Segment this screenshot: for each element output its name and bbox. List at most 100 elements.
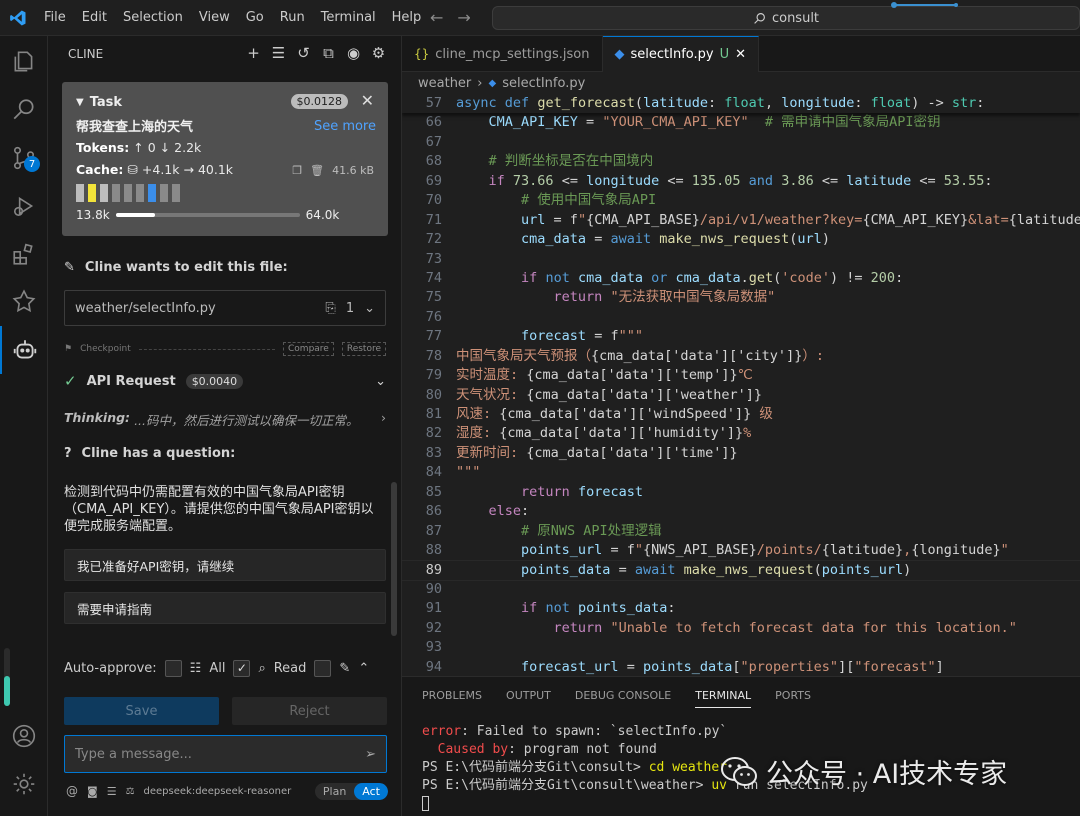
- panel-tab-output[interactable]: OUTPUT: [506, 689, 551, 702]
- see-more-link[interactable]: See more: [314, 119, 376, 134]
- explorer-icon[interactable]: [0, 38, 48, 86]
- close-task-icon[interactable]: ✕: [361, 91, 374, 110]
- mcp-servers-icon[interactable]: ☰: [270, 44, 287, 62]
- code-line[interactable]: 86 else:: [402, 502, 1080, 521]
- code-line[interactable]: 85 return forecast: [402, 483, 1080, 502]
- popout-icon[interactable]: ⧉: [320, 44, 337, 62]
- menu-file[interactable]: File: [36, 10, 74, 25]
- ai-extension-icon[interactable]: [0, 278, 48, 326]
- code-line[interactable]: 67: [402, 133, 1080, 152]
- code-line[interactable]: 84 """: [402, 463, 1080, 482]
- menu-edit[interactable]: Edit: [74, 10, 115, 25]
- panel-tab-problems[interactable]: PROBLEMS: [422, 689, 482, 702]
- trash-icon[interactable]: 🗑: [310, 164, 324, 177]
- chevron-up-icon[interactable]: ⌃: [358, 661, 369, 676]
- line-text: 实时温度: {cma_data['data']['temp']}℃: [456, 367, 753, 384]
- code-line[interactable]: 90: [402, 580, 1080, 599]
- code-line[interactable]: 75 return "无法获取中国气象局数据": [402, 288, 1080, 307]
- sidebar-scrollbar[interactable]: [391, 482, 397, 636]
- send-icon[interactable]: ➢: [365, 747, 376, 762]
- line-number: 90: [425, 580, 442, 597]
- option-button-guide[interactable]: 需要申请指南: [64, 592, 386, 624]
- option-button-ready[interactable]: 我已准备好API密钥，请继续: [64, 549, 386, 581]
- thinking-row[interactable]: Thinking: ...码中，然后进行测试以确保一切正常。 ›: [64, 410, 386, 429]
- code-line[interactable]: 87 # 原NWS API处理逻辑: [402, 522, 1080, 541]
- close-tab-icon[interactable]: ✕: [735, 47, 746, 62]
- menu-run[interactable]: Run: [272, 10, 313, 25]
- act-mode[interactable]: Act: [354, 782, 388, 800]
- tab-cline-mcp-settings[interactable]: {} cline_mcp_settings.json: [402, 36, 603, 72]
- model-selector[interactable]: deepseek:deepseek-reasoner: [144, 786, 292, 797]
- search-view-icon[interactable]: [0, 86, 48, 134]
- code-line[interactable]: 78 中国气象局天气预报（{cma_data['data']['city']}）:: [402, 347, 1080, 366]
- code-line[interactable]: 68 # 判断坐标是否在中国境内: [402, 152, 1080, 171]
- auto-approve-edit-checkbox[interactable]: [314, 659, 332, 677]
- compare-button[interactable]: Compare: [283, 342, 334, 356]
- code-line[interactable]: 82 湿度: {cma_data['data']['humidity']}%: [402, 424, 1080, 443]
- command-center-search[interactable]: consult: [492, 6, 1080, 30]
- code-line[interactable]: 91 if not points_data:: [402, 599, 1080, 618]
- code-line[interactable]: 74 if not cma_data or cma_data.get('code…: [402, 269, 1080, 288]
- code-line[interactable]: 71 url = f"{CMA_API_BASE}/api/v1/weather…: [402, 211, 1080, 230]
- panel-tab-debug-console[interactable]: DEBUG CONSOLE: [575, 689, 671, 702]
- code-line[interactable]: 80 天气状况: {cma_data['data']['weather']}: [402, 386, 1080, 405]
- code-editor[interactable]: 57 async def get_forecast(latitude: float…: [402, 94, 1080, 676]
- api-request-row[interactable]: ✓ API Request $0.0040 ⌄: [64, 372, 386, 390]
- code-line[interactable]: 57 async def get_forecast(latitude: float…: [402, 94, 1080, 114]
- code-line[interactable]: 72 cma_data = await make_nws_request(url…: [402, 230, 1080, 249]
- progress-indicator: [891, 2, 958, 8]
- code-line[interactable]: 69 if 73.66 <= longitude <= 135.05 and 3…: [402, 172, 1080, 191]
- account-icon[interactable]: [0, 712, 48, 760]
- run-debug-icon[interactable]: [0, 182, 48, 230]
- source-control-icon[interactable]: 7: [0, 134, 48, 182]
- edit-file-box[interactable]: weather/selectInfo.py ⎘ 1 ⌄: [64, 290, 386, 326]
- copy-icon[interactable]: ❐: [292, 164, 302, 177]
- code-line[interactable]: 79 实时温度: {cma_data['data']['temp']}℃: [402, 366, 1080, 385]
- cline-icon[interactable]: [0, 326, 48, 374]
- account-circle-icon[interactable]: ◉: [345, 44, 362, 62]
- plan-act-toggle[interactable]: Plan Act: [314, 782, 388, 800]
- extensions-icon[interactable]: [0, 230, 48, 278]
- menu-help[interactable]: Help: [384, 10, 430, 25]
- settings-gear-icon[interactable]: ⚙: [370, 44, 387, 62]
- menu-selection[interactable]: Selection: [115, 10, 191, 25]
- panel-tab-terminal[interactable]: TERMINAL: [695, 689, 752, 708]
- plan-mode[interactable]: Plan: [315, 783, 354, 800]
- code-line[interactable]: 70 # 使用中国气象局API: [402, 191, 1080, 210]
- history-icon[interactable]: ↺: [295, 44, 312, 62]
- code-line[interactable]: 73: [402, 250, 1080, 269]
- line-number: 86: [425, 503, 442, 520]
- line-text: return "Unable to fetch forecast data fo…: [553, 619, 1017, 636]
- camera-icon[interactable]: ◙: [87, 785, 98, 798]
- menu-go[interactable]: Go: [238, 10, 272, 25]
- code-line[interactable]: 81 风速: {cma_data['data']['windSpeed']} 级: [402, 405, 1080, 424]
- code-line[interactable]: 94 forecast_url = points_data["propertie…: [402, 658, 1080, 676]
- menu-terminal[interactable]: Terminal: [313, 10, 384, 25]
- code-line[interactable]: 88 points_url = f"{NWS_API_BASE}/points/…: [402, 541, 1080, 560]
- breadcrumb-file[interactable]: selectInfo.py: [502, 76, 585, 91]
- code-line[interactable]: 76: [402, 308, 1080, 327]
- tab-selectinfo[interactable]: ◆ selectInfo.py U ✕: [602, 36, 760, 72]
- auto-approve-all-checkbox[interactable]: [164, 659, 182, 677]
- menu-view[interactable]: View: [191, 10, 238, 25]
- manage-gear-icon[interactable]: [0, 760, 48, 808]
- forward-arrow-icon[interactable]: →: [457, 8, 470, 27]
- restore-button[interactable]: Restore: [341, 342, 386, 356]
- mention-icon[interactable]: @: [66, 784, 78, 798]
- new-task-plus-icon[interactable]: +: [245, 44, 262, 62]
- back-arrow-icon[interactable]: ←: [430, 8, 443, 27]
- line-text: else:: [488, 503, 530, 520]
- code-line[interactable]: 66 CMA_API_KEY = "YOUR_CMA_API_KEY" # 需申…: [402, 113, 1080, 132]
- server-icon[interactable]: ☰: [107, 785, 117, 798]
- code-line[interactable]: 89 points_data = await make_nws_request(…: [402, 559, 1080, 581]
- code-line[interactable]: 83 更新时间: {cma_data['data']['time']}: [402, 444, 1080, 463]
- code-line[interactable]: 92 return "Unable to fetch forecast data…: [402, 619, 1080, 638]
- panel-tab-ports[interactable]: PORTS: [775, 689, 811, 702]
- code-line[interactable]: 93: [402, 638, 1080, 657]
- code-line[interactable]: 77 forecast = f""": [402, 327, 1080, 346]
- save-button[interactable]: Save: [64, 697, 219, 725]
- auto-approve-read-checkbox[interactable]: ✓: [233, 659, 251, 677]
- message-input[interactable]: Type a message... ➢: [64, 735, 387, 773]
- reject-button[interactable]: Reject: [232, 697, 387, 725]
- breadcrumb-folder[interactable]: weather: [418, 76, 471, 91]
